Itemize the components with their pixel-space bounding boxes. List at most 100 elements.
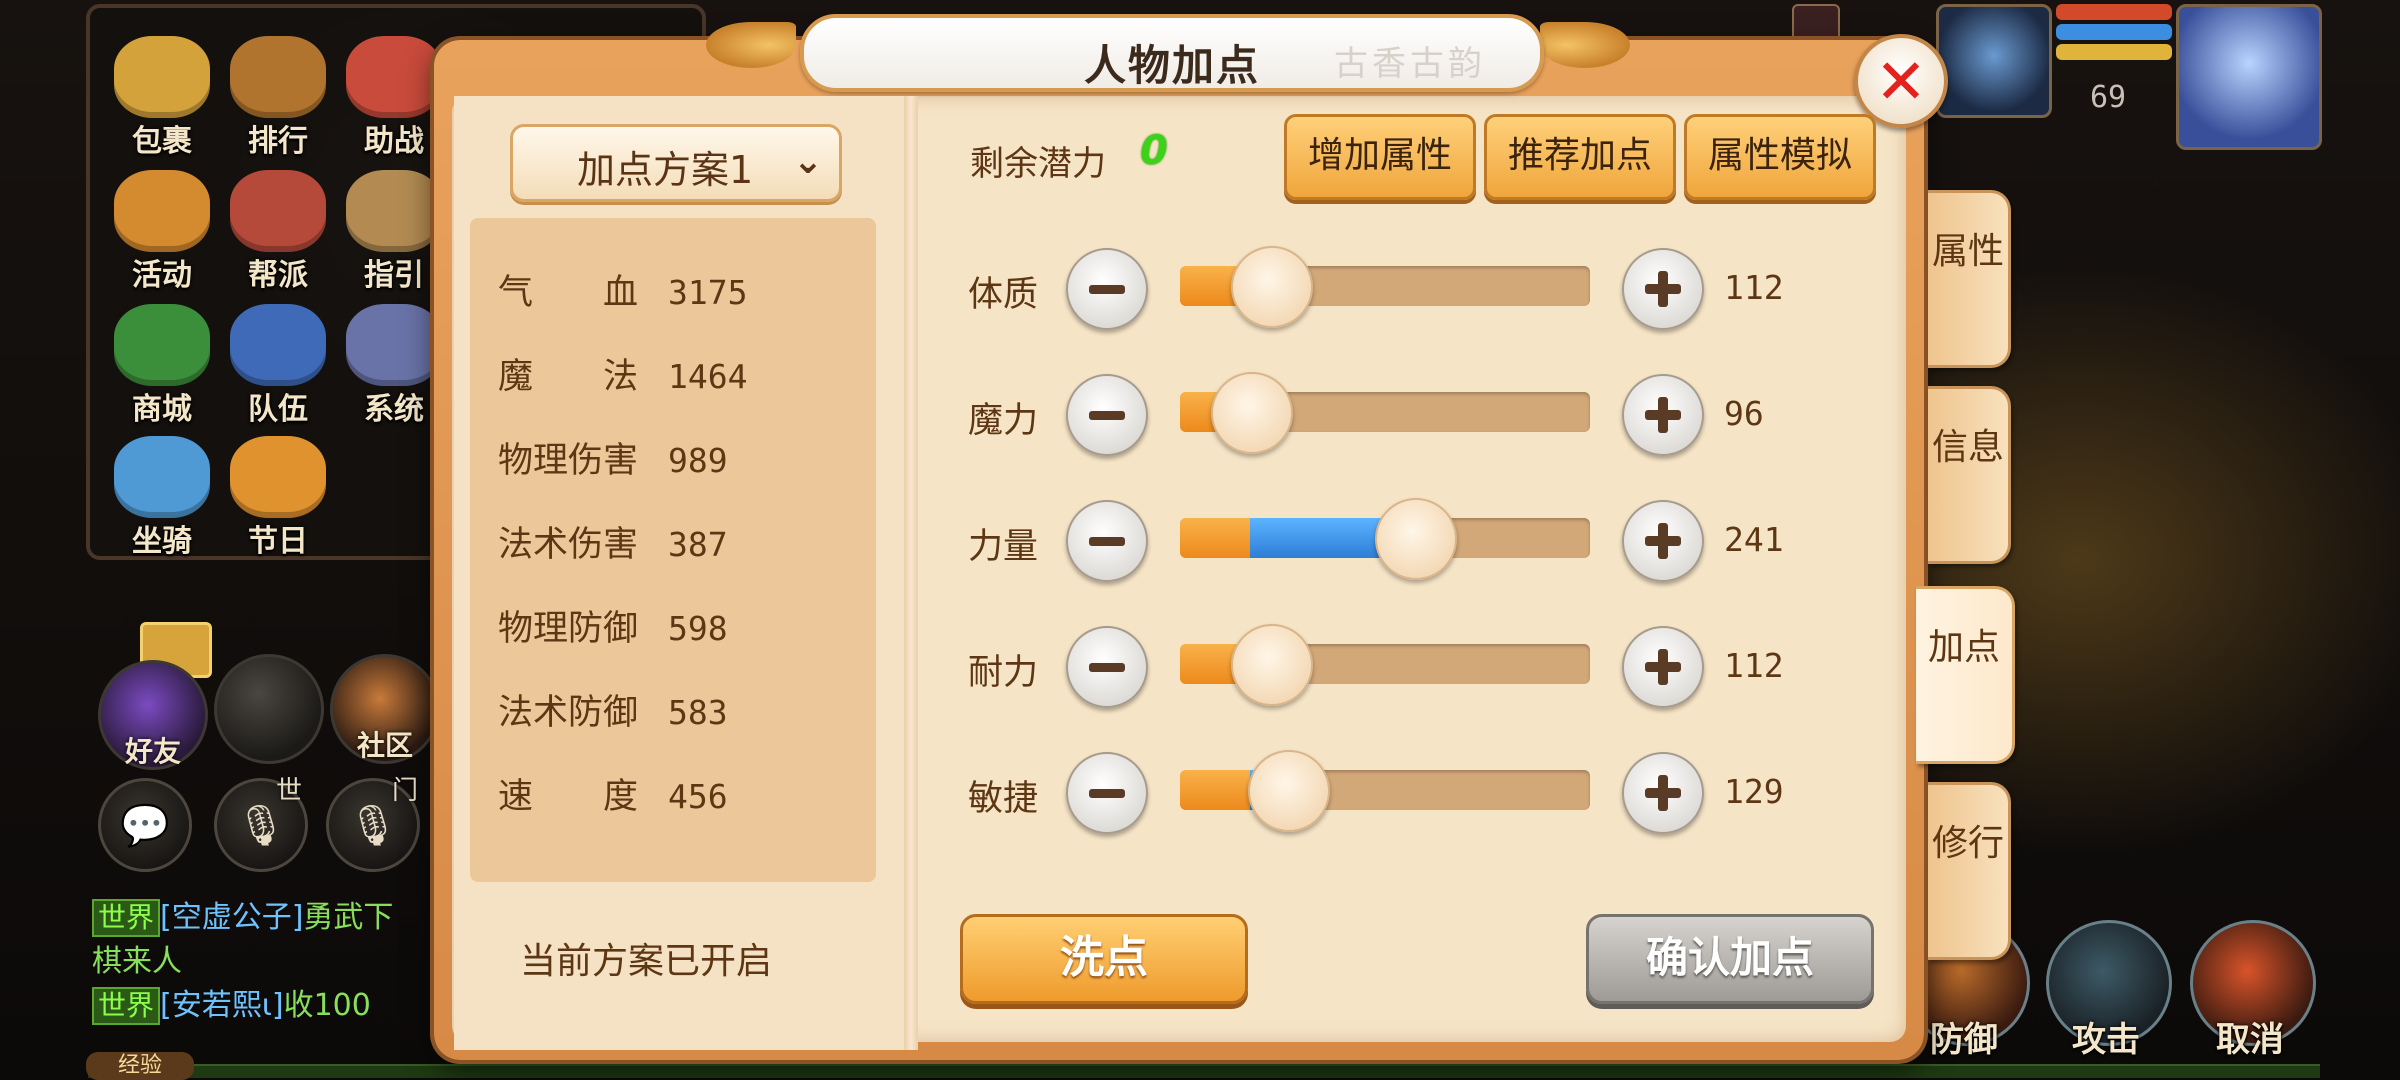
ranking-icon xyxy=(230,36,326,118)
minus-icon xyxy=(1089,662,1125,672)
add-attribute-button[interactable]: 增加属性 xyxy=(1284,114,1476,200)
stat-name: 物理防御 xyxy=(498,609,639,649)
stat-name: 法术伤害 xyxy=(498,525,639,565)
stat-value: 989 xyxy=(668,441,728,480)
mount-icon xyxy=(114,436,210,518)
increase-button[interactable] xyxy=(1622,752,1704,834)
stat-name: 速 度 xyxy=(498,777,639,817)
attribute-slider-track[interactable] xyxy=(1180,770,1590,810)
plus-icon xyxy=(1645,271,1681,307)
player-avatar[interactable] xyxy=(2176,4,2322,150)
decrease-button[interactable] xyxy=(1066,752,1148,834)
base-points-fill xyxy=(1180,518,1250,558)
attribute-row-strength: 力量 241 xyxy=(960,496,1820,586)
tab-label: 属性 xyxy=(1931,231,2004,272)
gear-icon xyxy=(346,304,442,386)
attribute-name: 体质 xyxy=(968,275,1039,315)
slider-handle[interactable] xyxy=(1374,498,1457,580)
pet-status-bars xyxy=(2056,4,2172,74)
scheme-dropdown-label: 加点方案1 xyxy=(577,148,754,192)
stats-panel: 气 血 3175 魔 法 1464 物理伤害 989 法术伤害 387 物理防御 598 … xyxy=(470,218,876,882)
slider-handle[interactable] xyxy=(1231,246,1314,328)
festival-button[interactable]: 节日 xyxy=(220,430,336,560)
minus-icon xyxy=(1089,788,1125,798)
tab-add-points[interactable]: 加点 xyxy=(1916,586,2015,764)
stat-row-speed: 速 度 456 xyxy=(498,768,728,818)
activity-button[interactable]: 活动 xyxy=(104,164,220,294)
tab-cultivation[interactable]: 修行 xyxy=(1928,782,2011,960)
chat-button[interactable]: 💬 xyxy=(98,778,192,872)
stat-value: 1464 xyxy=(668,357,748,396)
stat-value: 456 xyxy=(668,777,728,816)
stat-name: 气 血 xyxy=(498,273,639,313)
tab-attributes[interactable]: 属性 xyxy=(1928,190,2011,368)
tab-label: 信息 xyxy=(1931,427,2004,468)
increase-button[interactable] xyxy=(1622,374,1704,456)
increase-button[interactable] xyxy=(1622,248,1704,330)
minus-icon xyxy=(1089,284,1125,294)
decrease-button[interactable] xyxy=(1066,374,1148,456)
plus-icon xyxy=(1645,775,1681,811)
mount-button[interactable]: 坐骑 xyxy=(104,430,220,560)
cancel-button[interactable]: 取消 xyxy=(2190,920,2316,1060)
slider-handle[interactable] xyxy=(1231,624,1314,706)
attack-button[interactable]: 攻击 xyxy=(2046,920,2172,1060)
reset-points-button[interactable]: 洗点 xyxy=(960,914,1248,1004)
channel-tag: 世界 xyxy=(92,899,161,937)
stat-row-physical-damage: 物理伤害 989 xyxy=(498,432,728,482)
chat-sender[interactable]: [安若熙ι] xyxy=(160,988,284,1023)
increase-button[interactable] xyxy=(1622,500,1704,582)
flag-icon xyxy=(230,304,326,386)
remaining-potential-value: 0 xyxy=(1140,128,1168,174)
chat-text: 棋来人 xyxy=(92,944,182,979)
base-points-fill xyxy=(1180,770,1250,810)
channel-tag: 世界 xyxy=(92,987,161,1025)
stat-name: 物理伤害 xyxy=(498,441,639,481)
attribute-simulate-button[interactable]: 属性模拟 xyxy=(1684,114,1876,200)
shop-button[interactable]: 商城 xyxy=(104,298,220,428)
plus-icon xyxy=(1645,649,1681,685)
guild-button[interactable]: 帮派 xyxy=(220,164,336,294)
attribute-row-magic: 魔力 96 xyxy=(960,370,1820,460)
sect-channel-label: 门 xyxy=(392,776,419,806)
decrease-button[interactable] xyxy=(1066,500,1148,582)
shop-icon xyxy=(114,304,210,386)
decrease-button[interactable] xyxy=(1066,626,1148,708)
guild-scroll-icon xyxy=(230,170,326,252)
confirm-points-button[interactable]: 确认加点 xyxy=(1586,914,1874,1004)
ranking-button[interactable]: 排行 xyxy=(220,30,336,160)
stat-value: 387 xyxy=(668,525,728,564)
festival-icon xyxy=(230,436,326,518)
team-button[interactable]: 队伍 xyxy=(220,298,336,428)
tab-info[interactable]: 信息 xyxy=(1928,386,2011,564)
avatar xyxy=(214,654,324,764)
microphone-icon: 🎙 xyxy=(347,802,399,849)
chat-log[interactable]: 世界 [空虚公子]勇武下 棋来人 世界 [安若熙ι]收100 xyxy=(92,896,442,1028)
close-icon: ✕ xyxy=(1875,44,1927,118)
dialog-title: 人物加点 xyxy=(1083,41,1260,90)
attribute-value: 112 xyxy=(1724,646,1784,685)
slider-handle[interactable] xyxy=(1210,372,1293,454)
scheme-dropdown[interactable]: 加点方案1 ⌄ xyxy=(510,124,842,202)
attribute-name: 耐力 xyxy=(968,653,1039,693)
friends-button[interactable]: 好友 xyxy=(98,660,208,770)
character-avatar-button[interactable] xyxy=(214,654,324,764)
pet-avatar[interactable] xyxy=(1936,4,2052,118)
stat-value: 583 xyxy=(668,693,728,732)
dialog-title-plate: 古香古韵 人物加点 xyxy=(800,14,1544,92)
attribute-name: 魔力 xyxy=(968,401,1039,441)
community-button[interactable]: 社区 xyxy=(330,654,440,764)
player-level: 69 xyxy=(2090,80,2127,115)
scheme-status-text: 当前方案已开启 xyxy=(520,941,773,982)
added-points-fill xyxy=(1249,518,1385,558)
speech-bubble-icon: 💬 xyxy=(120,802,170,849)
attribute-name: 力量 xyxy=(968,527,1039,567)
chat-sender[interactable]: [空虚公子] xyxy=(160,900,303,935)
slider-handle[interactable] xyxy=(1247,750,1330,832)
stat-row-mp: 魔 法 1464 xyxy=(498,348,747,398)
recommend-points-button[interactable]: 推荐加点 xyxy=(1484,114,1676,200)
increase-button[interactable] xyxy=(1622,626,1704,708)
decrease-button[interactable] xyxy=(1066,248,1148,330)
bag-button[interactable]: 包裹 xyxy=(104,30,220,160)
right-cloud-ornament-icon xyxy=(1540,22,1630,68)
